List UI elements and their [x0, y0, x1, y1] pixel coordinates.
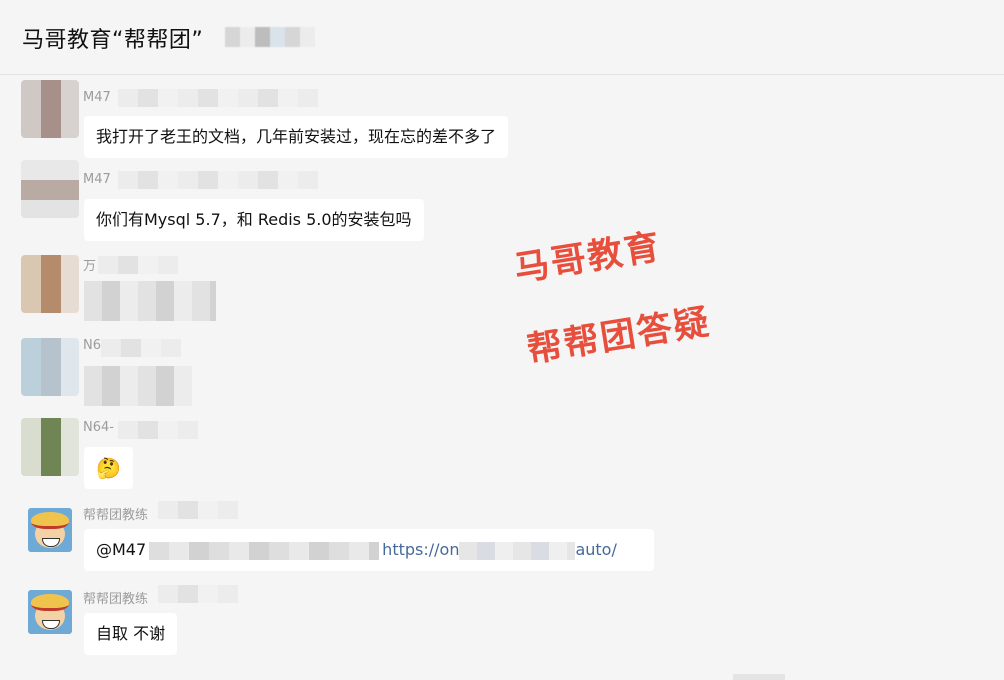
scroll-hint: [733, 674, 785, 680]
message-bubble[interactable]: @M47 https://on auto/: [84, 529, 654, 571]
avatar[interactable]: [21, 418, 79, 476]
avatar[interactable]: [21, 338, 79, 396]
redacted-message[interactable]: [84, 366, 192, 406]
redacted-name: [118, 89, 318, 107]
avatar[interactable]: [28, 590, 72, 634]
redacted-name: [158, 585, 238, 603]
avatar[interactable]: [21, 255, 79, 313]
mention[interactable]: @M47: [96, 540, 146, 559]
redacted-title-suffix: [225, 27, 315, 47]
watermark: 马哥教育 帮帮团答疑: [508, 201, 716, 392]
sender-name: 帮帮团教练: [83, 508, 149, 523]
avatar[interactable]: [21, 80, 79, 138]
redacted-link: [459, 541, 576, 560]
link-end[interactable]: auto/: [575, 540, 616, 559]
redacted-name: [101, 339, 181, 357]
sender-name: 帮帮团教练: [83, 592, 149, 607]
avatar[interactable]: [21, 160, 79, 218]
sender-name: M47: [83, 90, 111, 105]
redacted-name: [98, 256, 178, 274]
message-bubble[interactable]: 你们有Mysql 5.7，和 Redis 5.0的安装包吗: [84, 199, 424, 241]
sender-name: M47: [83, 172, 111, 187]
message-bubble[interactable]: 我打开了老王的文档，几年前安装过，现在忘的差不多了: [84, 116, 509, 158]
sender-name: N6: [83, 338, 101, 353]
chat-header: 马哥教育“帮帮团”: [0, 0, 1004, 75]
straw-hat-icon: [31, 512, 69, 529]
redacted-message[interactable]: [84, 281, 216, 321]
sender-name: 万: [83, 259, 97, 274]
redacted-mention: [149, 541, 380, 560]
redacted-name: [158, 501, 238, 519]
redacted-name: [118, 171, 318, 189]
redacted-name: [118, 421, 198, 439]
link-start[interactable]: https://on: [382, 540, 459, 559]
avatar[interactable]: [28, 508, 72, 552]
chat-title[interactable]: 马哥教育“帮帮团”: [22, 22, 203, 54]
message-bubble[interactable]: 🤔: [84, 447, 133, 489]
message-bubble[interactable]: 自取 不谢: [84, 613, 178, 655]
straw-hat-icon: [31, 594, 69, 611]
sender-name: N64-: [83, 420, 114, 435]
